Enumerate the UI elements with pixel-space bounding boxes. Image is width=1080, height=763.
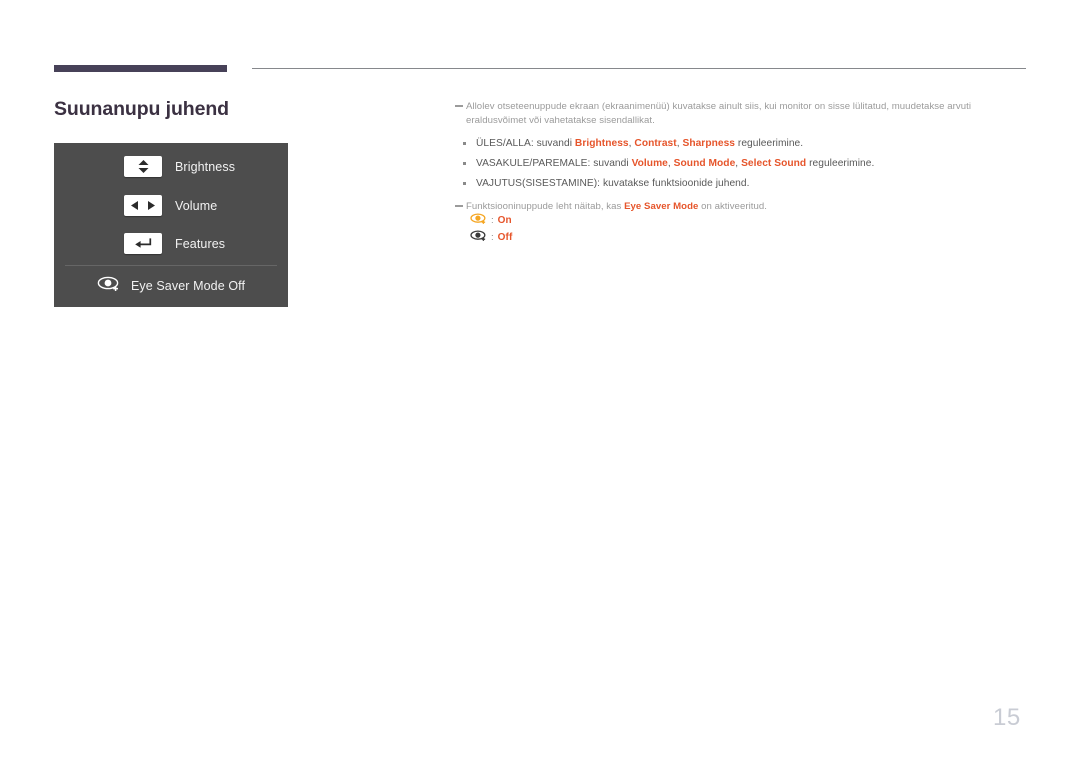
legend-separator-off: :	[491, 232, 494, 243]
osd-row-eye-saver-mode[interactable]: Eye Saver Mode Off	[54, 269, 288, 303]
header-rule-thick	[54, 65, 227, 72]
note-screen-condition-text: Allolev otseteenuppude ekraan (ekraanime…	[466, 101, 971, 126]
bullet-left-right: VASAKULE/PAREMALE: suvandi Volume, Sound…	[455, 157, 1030, 170]
eye-saver-mode-legend: : On : Off	[470, 212, 512, 246]
osd-direction-key-guide-panel: Brightness Volume Features Eye Saver Mod…	[54, 143, 288, 307]
notes-column: Allolev otseteenuppude ekraan (ekraanime…	[455, 100, 1030, 214]
bullet-term-brightness: Brightness	[574, 138, 629, 150]
page-number: 15	[993, 704, 1021, 731]
bullet-press-enter-text: VAJUTUS(SISESTAMINE): kuvatakse funktsio…	[476, 178, 750, 190]
bullet-up-down-post: reguleerimine.	[735, 138, 804, 150]
bullet-up-down-pre: ÜLES/ALLA: suvandi	[476, 138, 575, 150]
key-function-bullet-list: ÜLES/ALLA: suvandi Brightness, Contrast,…	[455, 137, 1030, 190]
note-eye-saver-status: Funktsiooninuppude leht näitab, kas Eye …	[455, 200, 1030, 214]
bullet-dot-icon	[463, 162, 466, 165]
note-dash-icon	[455, 105, 463, 107]
osd-divider	[65, 265, 277, 266]
osd-label-eye-saver-mode: Eye Saver Mode Off	[130, 279, 246, 293]
bullet-term-select-sound: Select Sound	[741, 158, 807, 170]
bullet-left-right-post: reguleerimine.	[806, 158, 875, 170]
osd-row-volume[interactable]: Volume	[54, 186, 288, 225]
bullet-dot-icon	[463, 182, 466, 185]
note-term-eye-saver-mode: Eye Saver Mode	[624, 201, 699, 213]
page-title: Suunanupu juhend	[54, 98, 229, 120]
header-rules	[0, 0, 1080, 90]
note-eye-saver-pre: Funktsiooninuppude leht näitab, kas	[466, 201, 625, 213]
bullet-dot-icon	[463, 142, 466, 145]
bullet-term-sound-mode: Sound Mode	[673, 158, 736, 170]
eye-saver-mode-icon	[97, 275, 122, 297]
eye-saver-off-icon	[470, 229, 488, 247]
left-right-arrows-icon	[124, 195, 162, 216]
bullet-press-enter: VAJUTUS(SISESTAMINE): kuvatakse funktsio…	[455, 177, 1030, 190]
legend-separator-on: :	[491, 215, 494, 226]
note-screen-condition: Allolev otseteenuppude ekraan (ekraanime…	[455, 100, 1030, 127]
note-eye-saver-post: on aktiveeritud.	[698, 201, 767, 213]
bullet-term-contrast: Contrast	[634, 138, 677, 150]
bullet-term-volume: Volume	[631, 158, 668, 170]
eye-saver-on-icon	[470, 212, 488, 230]
header-rule-thin	[252, 68, 1026, 69]
legend-label-off: Off	[497, 232, 513, 243]
bullet-left-right-pre: VASAKULE/PAREMALE: suvandi	[476, 158, 632, 170]
osd-row-brightness[interactable]: Brightness	[54, 147, 288, 186]
legend-label-on: On	[497, 215, 512, 226]
legend-row-on: : On	[470, 212, 512, 229]
bullet-up-down: ÜLES/ALLA: suvandi Brightness, Contrast,…	[455, 137, 1030, 150]
osd-label-brightness: Brightness	[175, 159, 236, 174]
note-dash-icon	[455, 205, 463, 207]
osd-label-features: Features	[175, 236, 226, 251]
osd-row-features[interactable]: Features	[54, 224, 288, 263]
bullet-term-sharpness: Sharpness	[682, 138, 736, 150]
enter-return-arrow-icon	[124, 233, 162, 254]
up-down-arrows-icon	[124, 156, 162, 177]
osd-label-volume: Volume	[175, 198, 218, 213]
legend-row-off: : Off	[470, 229, 512, 246]
